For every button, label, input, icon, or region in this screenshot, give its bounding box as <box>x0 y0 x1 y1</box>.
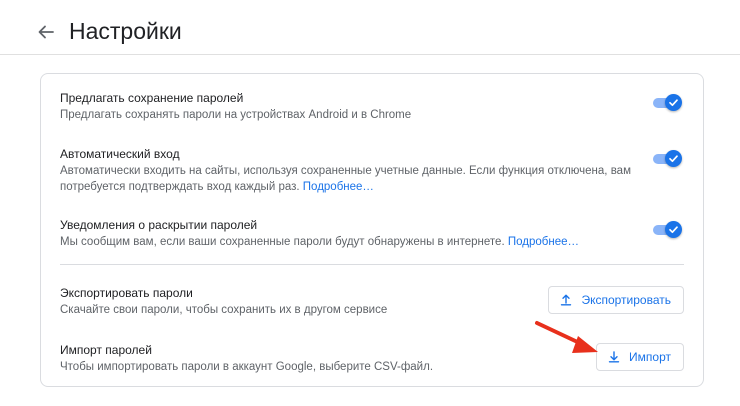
section-divider <box>60 264 684 265</box>
arrow-left-icon <box>38 25 54 39</box>
setting-description: Автоматически входить на сайты, использу… <box>60 163 631 195</box>
export-button-label: Экспортировать <box>581 293 671 307</box>
setting-description: Скачайте свои пароли, чтобы сохранить их… <box>60 304 388 316</box>
import-button[interactable]: Импорт <box>596 343 684 371</box>
description-text: Мы сообщим вам, если ваши сохраненные па… <box>60 236 505 248</box>
annotation-arrow-icon <box>535 321 598 353</box>
password-settings-card: Предлагать сохранение паролей Предлагать… <box>40 73 704 387</box>
auto-signin-toggle[interactable] <box>653 148 683 168</box>
checkmark-icon <box>669 155 678 163</box>
toggle-knob <box>665 150 682 167</box>
checkmark-icon <box>669 226 678 234</box>
import-button-label: Импорт <box>629 350 671 364</box>
upload-icon <box>561 294 572 306</box>
learn-more-link[interactable]: Подробнее… <box>303 181 374 193</box>
toggle-knob <box>665 221 682 238</box>
setting-breach-alerts: Уведомления о раскрытии паролей Мы сообщ… <box>60 217 684 253</box>
setting-description: Мы сообщим вам, если ваши сохраненные па… <box>60 234 579 250</box>
back-button[interactable] <box>34 20 58 44</box>
setting-description: Предлагать сохранять пароли на устройств… <box>60 109 412 121</box>
setting-title: Автоматический вход <box>60 147 180 161</box>
setting-title: Экспортировать пароли <box>60 286 193 300</box>
setting-export: Экспортировать пароли Скачайте свои паро… <box>60 285 684 321</box>
setting-title: Предлагать сохранение паролей <box>60 91 244 105</box>
description-line-1: Автоматически входить на сайты, использу… <box>60 165 631 177</box>
download-icon <box>608 351 620 363</box>
setting-description: Чтобы импортировать пароли в аккаунт Goo… <box>60 361 434 373</box>
description-line-2: потребуется подтверждать вход каждый раз… <box>60 181 300 193</box>
setting-auto-signin: Автоматический вход Автоматически входит… <box>60 146 684 198</box>
toggle-knob <box>665 94 682 111</box>
page-header: Настройки <box>0 0 740 55</box>
offer-save-toggle[interactable] <box>653 92 683 112</box>
setting-title: Уведомления о раскрытии паролей <box>60 218 258 232</box>
learn-more-link[interactable]: Подробнее… <box>508 236 579 248</box>
breach-alerts-toggle[interactable] <box>653 219 683 239</box>
settings-page: Настройки Предлагать сохранение паролей … <box>0 0 740 406</box>
export-button[interactable]: Экспортировать <box>548 286 684 314</box>
setting-title: Импорт паролей <box>60 343 152 357</box>
page-title: Настройки <box>69 18 182 44</box>
checkmark-icon <box>669 99 678 107</box>
setting-offer-save: Предлагать сохранение паролей Предлагать… <box>60 90 684 126</box>
